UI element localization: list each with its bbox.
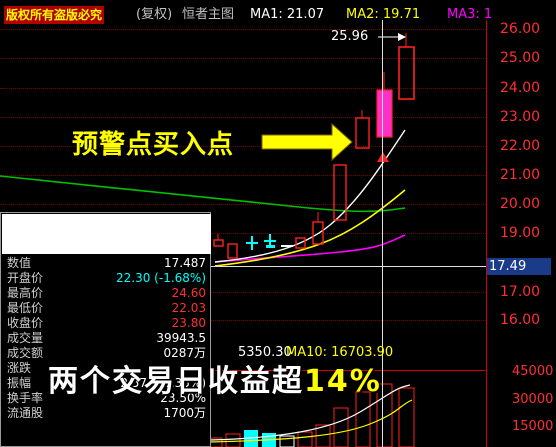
- info-value: 24.60: [171, 286, 206, 300]
- copyright-label: 版权所有盗版必究: [4, 6, 105, 24]
- volume-bar: [333, 407, 349, 447]
- candle: [355, 117, 370, 149]
- price-axis-line: [486, 20, 487, 447]
- buy-signal-annotation: 预警点买入点: [72, 130, 235, 160]
- info-label: 换手率: [7, 391, 44, 405]
- volume-bar: [297, 431, 313, 447]
- price-tick: 21.00: [500, 167, 541, 183]
- current-price-tag: 17.49: [487, 258, 551, 275]
- info-value: 23.80: [171, 316, 206, 330]
- info-label: 开盘价: [7, 271, 44, 285]
- volume-tick: 30000: [512, 392, 554, 407]
- chart-header: 版权所有盗版必究 (复权) 恒者主图 MA1: 21.07 MA2: 19.71…: [0, 6, 556, 24]
- chart-name: 恒者主图: [182, 7, 235, 22]
- price-tick: 24.00: [500, 80, 541, 96]
- peak-arrow: [398, 33, 406, 41]
- info-label: 最高价: [7, 286, 44, 300]
- gain-annotation: 两个交易日收益超14%: [48, 356, 382, 400]
- info-label: 流通股: [7, 406, 44, 420]
- volume-tick: 45000: [512, 364, 554, 379]
- info-label: 收盘价: [7, 316, 44, 330]
- volume-bar: [279, 435, 295, 447]
- price-tick: 26.00: [500, 21, 541, 37]
- info-label: 涨跌: [7, 361, 32, 375]
- peak-price-label: 25.96: [331, 29, 369, 44]
- price-tick: 17.00: [500, 284, 541, 300]
- info-row: 收盘价 23.80: [1, 316, 212, 331]
- price-tick: 19.00: [500, 225, 541, 241]
- info-value: 1700万: [163, 406, 206, 420]
- info-row: 流通股 1700万: [1, 406, 212, 421]
- gain-percent: 14%: [304, 364, 382, 399]
- info-label: 振幅: [7, 376, 32, 390]
- ma1-line: [214, 129, 406, 263]
- info-value: 22.03: [171, 301, 206, 315]
- volume-tick: 15000: [512, 419, 554, 434]
- info-row: 最低价 22.03: [1, 301, 212, 316]
- info-row: 成交量 39943.5: [1, 331, 212, 346]
- crosshair-vertical: [382, 20, 383, 447]
- candle: [376, 89, 393, 138]
- long-ma-line: [0, 175, 406, 213]
- fuquan-toggle[interactable]: (复权): [136, 6, 172, 24]
- info-row: 最高价 24.60: [1, 286, 212, 301]
- price-tick: 25.00: [500, 50, 541, 66]
- candle: [266, 245, 275, 248]
- volume-bar: [225, 433, 241, 447]
- ma2-readout: MA2: 19.71: [346, 7, 421, 22]
- info-value: 17.487: [164, 256, 206, 270]
- info-label: 成交额: [7, 346, 44, 360]
- info-label: 数值: [7, 256, 32, 270]
- info-label: 成交量: [7, 331, 44, 345]
- info-value: 22.30 (-1.68%): [116, 271, 206, 285]
- panel-header-blank: [2, 214, 211, 254]
- info-value: 39943.5: [156, 331, 206, 345]
- volume-bar: [355, 391, 371, 447]
- price-tick: 16.00: [500, 312, 541, 328]
- price-tick: 20.00: [500, 196, 541, 212]
- volume-bar: [398, 387, 415, 447]
- candle: [227, 243, 238, 259]
- price-tick: 22.00: [500, 138, 541, 154]
- info-row: 开盘价 22.30 (-1.68%): [1, 271, 212, 286]
- info-row: 数值 17.487: [1, 256, 212, 271]
- candle: [213, 239, 224, 247]
- crosshair-info-panel: 数值 17.487 开盘价 22.30 (-1.68%) 最高价 24.60 最低价 22.0…: [0, 212, 211, 447]
- gain-annotation-text: 两个交易日收益超: [48, 364, 304, 399]
- price-tick: 23.00: [500, 109, 541, 125]
- annotation-arrow-icon: [261, 122, 353, 162]
- info-label: 最低价: [7, 301, 44, 315]
- stock-chart-window: 版权所有盗版必究 (复权) 恒者主图 MA1: 21.07 MA2: 19.71…: [0, 0, 556, 447]
- candle: [398, 46, 415, 100]
- ma1-readout: MA1: 21.07: [250, 7, 325, 22]
